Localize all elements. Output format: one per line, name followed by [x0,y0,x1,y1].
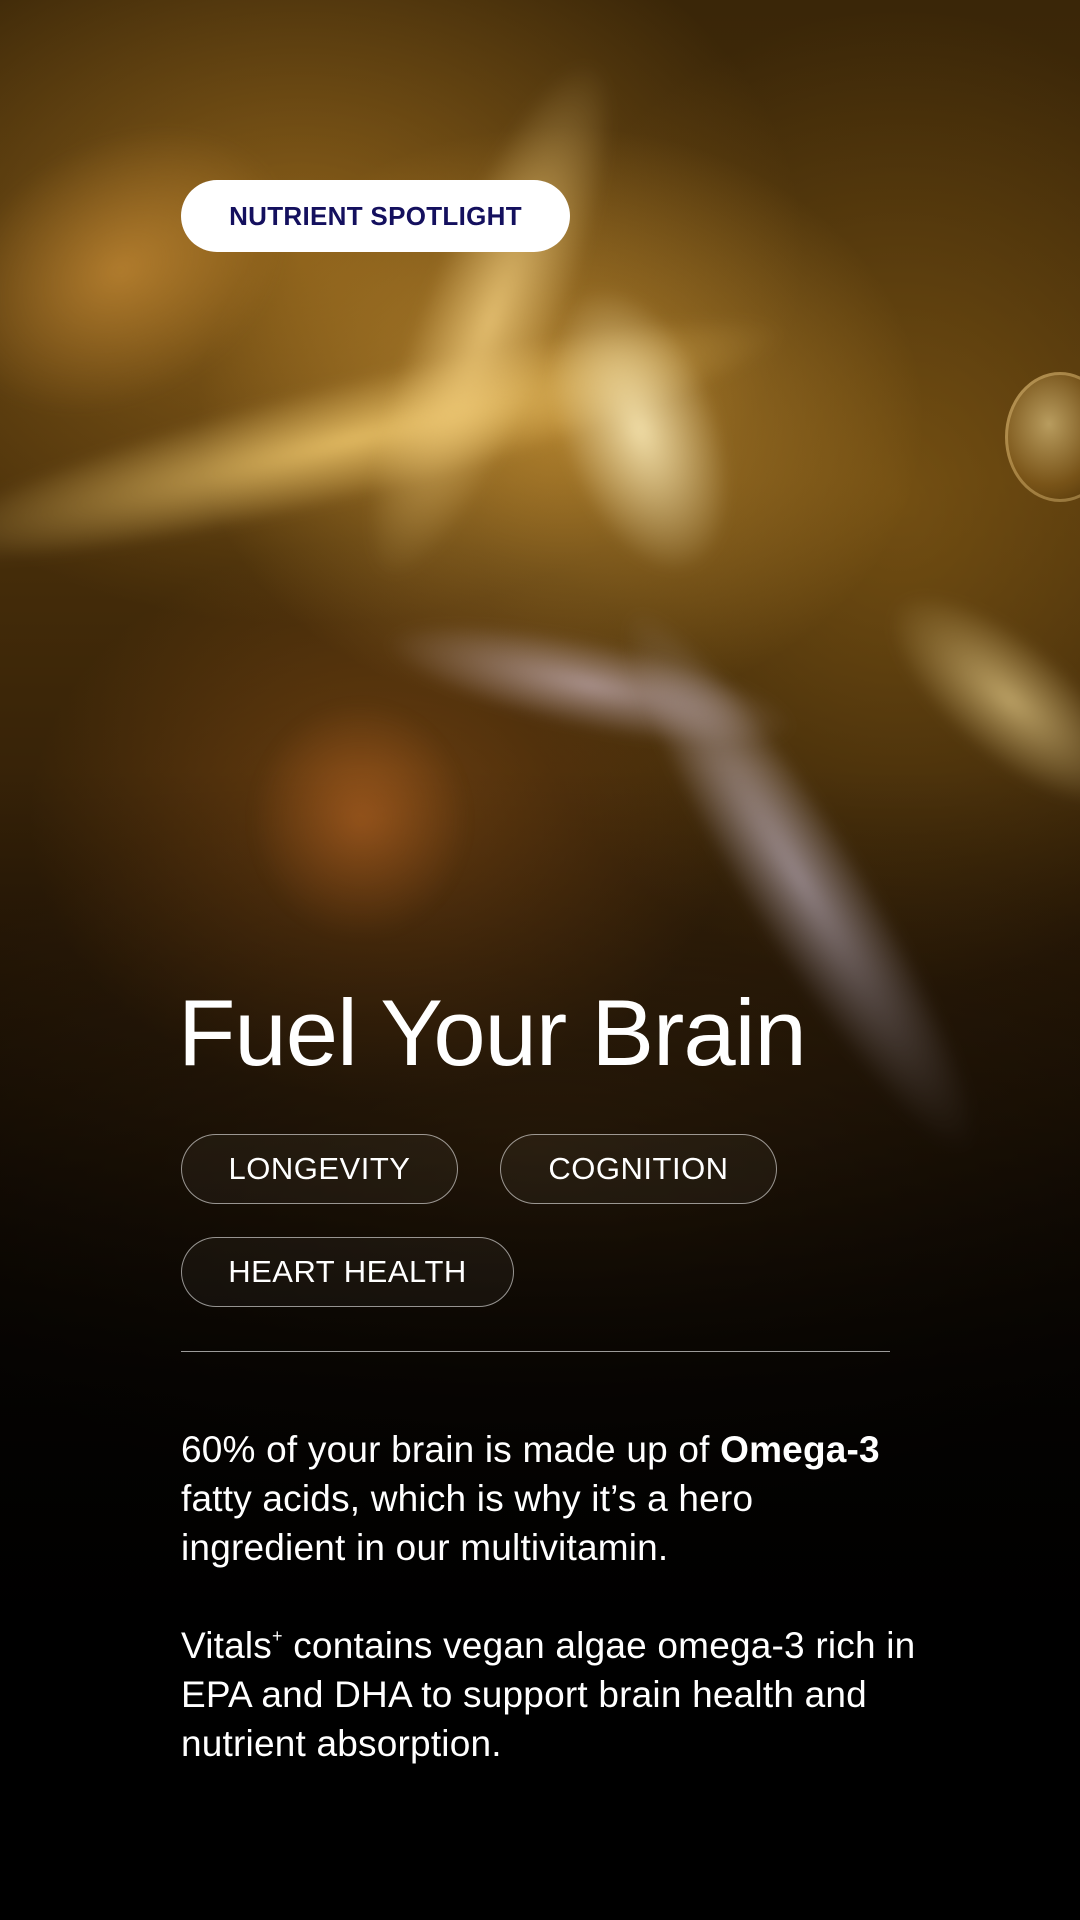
divider [181,1351,890,1352]
nutrient-spotlight-badge: NUTRIENT SPOTLIGHT [181,180,570,252]
tag-label: LONGEVITY [228,1151,411,1186]
tag-label: COGNITION [548,1151,729,1186]
body-paragraph-omega3: 60% of your brain is made up of Omega-3 … [181,1425,921,1572]
paragraph-text: fatty acids, which is why it’s a hero in… [181,1478,754,1568]
brand-superscript: + [272,1626,283,1646]
tag-cognition: COGNITION [500,1134,777,1204]
paragraph-text: 60% of your brain is made up of [181,1429,721,1470]
tag-heart-health: HEART HEALTH [181,1237,514,1307]
page-title: Fuel Your Brain [178,980,807,1085]
badge-label: NUTRIENT SPOTLIGHT [229,200,522,231]
paragraph-text: contains vegan algae omega-3 rich in EPA… [181,1625,916,1764]
nutrient-spotlight-page: NUTRIENT SPOTLIGHT Fuel Your Brain LONGE… [0,0,1080,1920]
tag-longevity: LONGEVITY [181,1134,458,1204]
brand-name: Vitals [181,1625,273,1666]
body-paragraph-vitals: Vitals+ contains vegan algae omega-3 ric… [181,1621,921,1768]
tag-label: HEART HEALTH [228,1254,467,1289]
omega3-highlight: Omega-3 [720,1429,880,1470]
